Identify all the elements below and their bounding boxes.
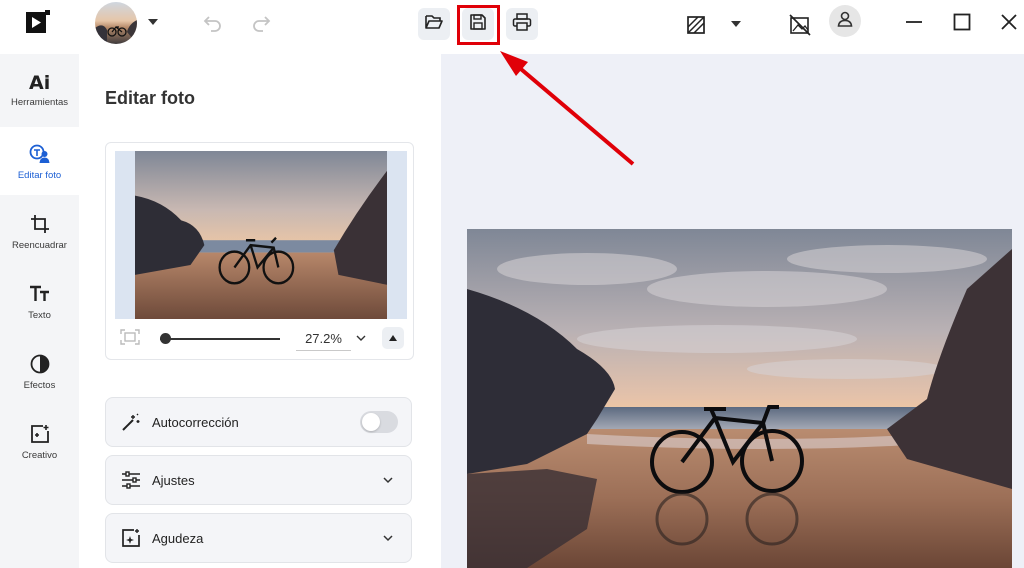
sidebar-item-editar-foto[interactable]: Editar foto <box>0 127 79 195</box>
chevron-down-icon <box>381 473 395 487</box>
open-folder-button[interactable] <box>418 8 450 40</box>
close-icon[interactable] <box>997 10 1021 34</box>
adjustments-section[interactable]: Ajustes <box>105 455 412 505</box>
text-icon <box>29 281 51 307</box>
zoom-value[interactable]: 27.2% <box>296 331 351 351</box>
chevron-down-icon[interactable] <box>727 15 745 33</box>
avatar[interactable] <box>95 2 137 44</box>
print-button[interactable] <box>506 8 538 40</box>
user-icon <box>836 10 854 33</box>
top-toolbar <box>0 0 1024 54</box>
maximize-icon[interactable] <box>950 10 974 34</box>
sidebar-item-reencuadrar[interactable]: Reencuadrar <box>0 197 79 265</box>
fit-to-screen-icon[interactable] <box>120 329 142 349</box>
chevron-down-icon <box>381 531 395 545</box>
main-photo[interactable] <box>467 229 1012 568</box>
sliders-icon <box>120 469 142 491</box>
triangle-up-icon <box>388 329 398 347</box>
collapse-preview-button[interactable] <box>382 327 404 349</box>
toggle-knob <box>362 413 380 431</box>
sidebar-item-label: Reencuadrar <box>12 240 67 251</box>
sharpen-icon <box>120 527 142 549</box>
crop-icon <box>30 211 50 237</box>
compare-icon[interactable] <box>683 12 709 38</box>
ai-icon: Ai <box>28 68 52 94</box>
undo-icon[interactable] <box>202 12 224 34</box>
section-label: Autocorrección <box>152 414 239 430</box>
sharpness-section[interactable]: Agudeza <box>105 513 412 563</box>
minimize-icon[interactable] <box>902 10 926 34</box>
sidebar-item-herramientas[interactable]: Ai Herramientas <box>0 54 79 122</box>
section-label: Ajustes <box>152 472 195 488</box>
autocorrect-toggle[interactable] <box>360 411 398 433</box>
left-nav: Ai Herramientas Editar foto Reencuadrar … <box>0 54 79 568</box>
sidebar-item-creativo[interactable]: Creativo <box>0 407 79 475</box>
effects-icon <box>30 351 50 377</box>
folder-open-icon <box>424 13 444 36</box>
magic-wand-icon <box>120 411 142 433</box>
sidebar-item-label: Editar foto <box>17 170 62 181</box>
chevron-down-icon[interactable] <box>145 14 161 30</box>
panel-title: Editar foto <box>105 88 195 108</box>
sidebar-item-efectos[interactable]: Efectos <box>0 337 79 405</box>
save-highlight-box <box>457 5 500 45</box>
chevron-down-icon[interactable] <box>355 331 369 345</box>
edit-photo-icon <box>29 141 51 167</box>
user-button[interactable] <box>829 5 861 37</box>
app-logo-icon[interactable] <box>25 9 53 35</box>
sidebar-item-label: Efectos <box>23 380 56 391</box>
print-icon <box>512 12 532 36</box>
creative-icon <box>30 421 50 447</box>
zoom-slider[interactable] <box>160 338 280 340</box>
edit-panel: Editar foto 27.2% Autocorrección Ajustes… <box>80 54 440 568</box>
sidebar-item-texto[interactable]: Texto <box>0 267 79 335</box>
sidebar-item-label: Herramientas <box>10 97 69 108</box>
preview-card: 27.2% <box>105 142 414 360</box>
redo-icon[interactable] <box>250 12 272 34</box>
section-label: Agudeza <box>152 530 204 546</box>
autocorrect-section[interactable]: Autocorrección <box>105 397 412 447</box>
zoom-slider-handle[interactable] <box>160 333 171 344</box>
preview-thumbnail[interactable] <box>135 151 387 319</box>
svg-text:Ai: Ai <box>29 72 50 92</box>
sidebar-item-label: Creativo <box>21 450 58 461</box>
image-canvas[interactable] <box>441 54 1024 568</box>
sidebar-item-label: Texto <box>28 310 51 321</box>
no-image-icon[interactable] <box>787 12 813 38</box>
